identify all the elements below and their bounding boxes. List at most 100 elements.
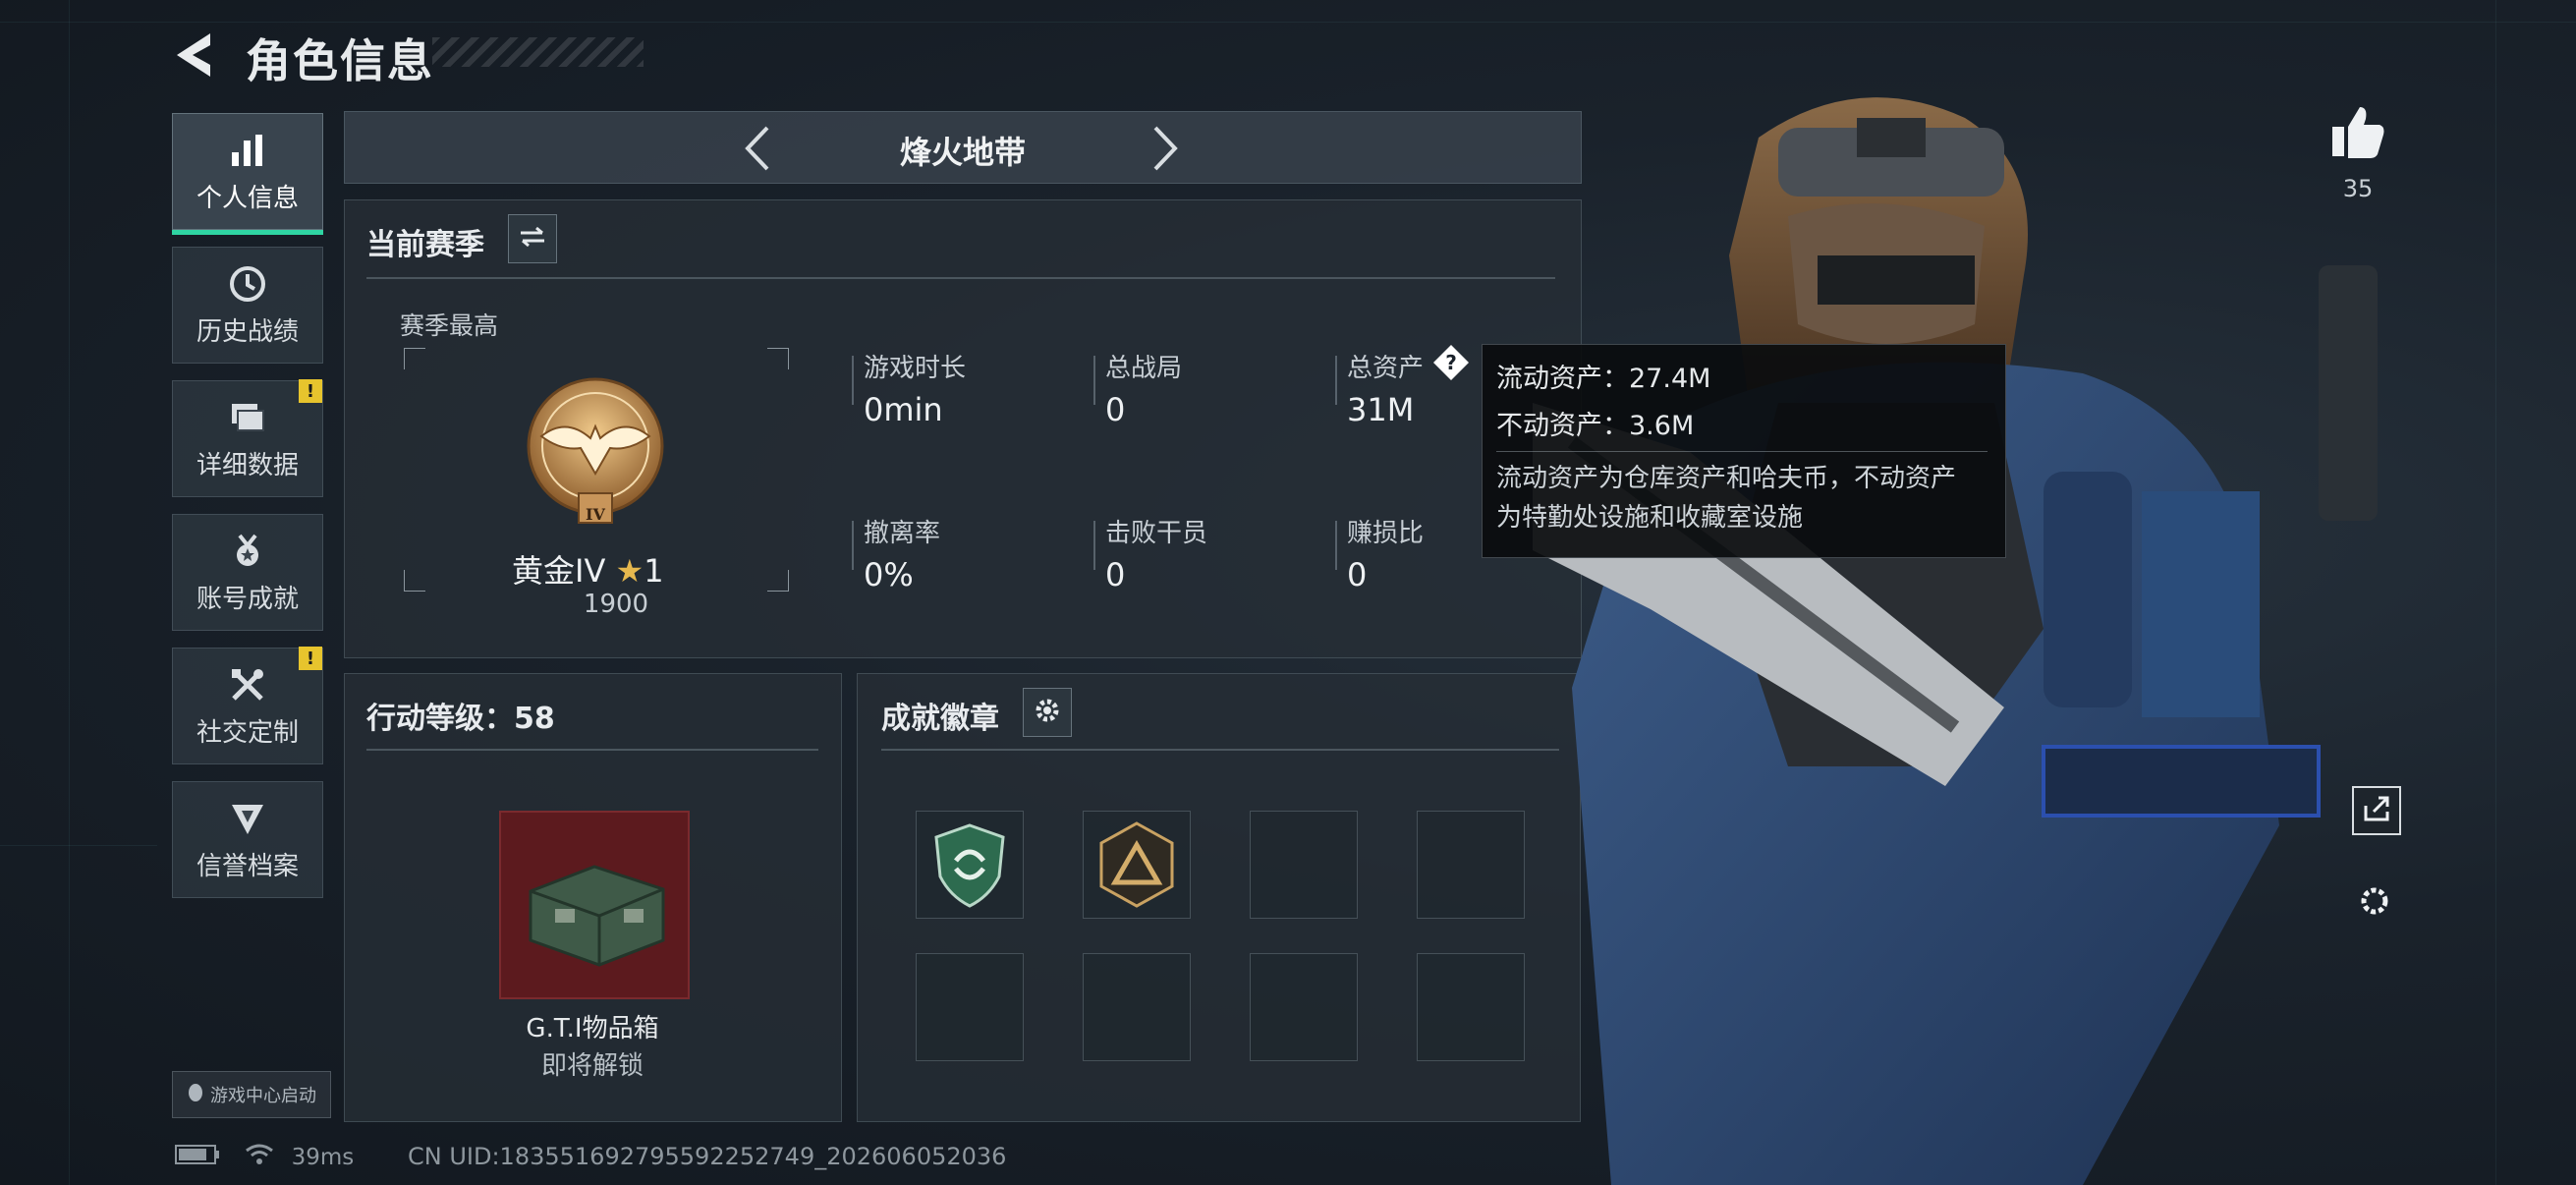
svg-text:?: ? bbox=[1445, 351, 1457, 374]
rank-numeral: IV bbox=[586, 505, 605, 524]
tooltip-description-line: 为特勤处设施和收藏室设施 bbox=[1496, 503, 1804, 533]
bg-grid-line bbox=[0, 845, 157, 846]
asset-help-icon[interactable]: ? bbox=[1431, 343, 1471, 382]
battery-icon bbox=[175, 1144, 220, 1171]
nav-item-social[interactable]: ! 社交定制 bbox=[172, 647, 323, 764]
settings-ring-icon[interactable] bbox=[2358, 884, 2391, 918]
nav-item-detailed-data[interactable]: ! 详细数据 bbox=[172, 379, 323, 497]
stat-label: 总资产 bbox=[1347, 354, 1425, 383]
status-bar: 39ms bbox=[175, 1143, 354, 1172]
mode-selector: 烽火地带 bbox=[344, 111, 1582, 184]
rank-line: 黄金IV ★1 bbox=[512, 546, 807, 592]
badge-slot[interactable] bbox=[1083, 811, 1191, 919]
swap-arrows-icon bbox=[519, 225, 546, 253]
tooltip-fixed-assets: 不动资产：3.6M bbox=[1496, 411, 1695, 441]
stat-value: 0 bbox=[1347, 556, 1368, 593]
medal-icon bbox=[226, 530, 269, 573]
bg-grid-line bbox=[69, 0, 70, 1185]
wifi-icon bbox=[245, 1143, 274, 1172]
reward-item-box[interactable] bbox=[499, 811, 690, 999]
badge-slot-empty[interactable] bbox=[916, 953, 1024, 1061]
reward-status: 即将解锁 bbox=[540, 1051, 644, 1081]
gear-icon bbox=[1034, 697, 1061, 728]
stat-label: 击败干员 bbox=[1105, 519, 1208, 548]
tooltip-liquid-assets: 流动资产：27.4M bbox=[1496, 364, 1711, 394]
stat-divider bbox=[1093, 521, 1095, 570]
stat-divider bbox=[852, 356, 854, 405]
rank-name: 黄金IV bbox=[512, 552, 606, 590]
badges-divider bbox=[881, 749, 1559, 751]
tooltip-description-line: 流动资产为仓库资产和哈夫币，不动资产 bbox=[1496, 464, 1957, 493]
stat-value: 0min bbox=[864, 391, 943, 428]
reward-name: G.T.I物品箱 bbox=[526, 1014, 659, 1044]
stat-value: 0 bbox=[1105, 391, 1126, 428]
badge-slot-empty[interactable] bbox=[1083, 953, 1191, 1061]
folder-stack-icon bbox=[226, 396, 269, 439]
tools-icon bbox=[226, 663, 269, 706]
nav-label: 信誉档案 bbox=[196, 852, 299, 881]
season-best-label: 赛季最高 bbox=[400, 311, 499, 340]
ammo-crate-icon bbox=[501, 865, 688, 1001]
uid-text: CN UID:183551692795592252749_20260605203… bbox=[408, 1143, 1007, 1170]
alert-badge: ! bbox=[299, 647, 322, 670]
nav-item-personal-info[interactable]: 个人信息 bbox=[172, 113, 323, 235]
character-model bbox=[1533, 79, 2576, 1185]
level-divider bbox=[366, 749, 818, 751]
season-title: 当前赛季 bbox=[366, 228, 484, 262]
bg-grid-line bbox=[0, 22, 2576, 23]
credit-shield-icon bbox=[226, 797, 269, 840]
game-center-label: 游戏中心启动 bbox=[210, 1086, 316, 1106]
nav-item-achievements[interactable]: 账号成就 bbox=[172, 514, 323, 631]
stat-divider bbox=[1335, 521, 1337, 570]
like-count: 35 bbox=[2342, 175, 2374, 202]
badge-slot-empty[interactable] bbox=[1250, 953, 1358, 1061]
mode-name: 烽火地带 bbox=[899, 134, 1026, 171]
share-button[interactable] bbox=[2352, 786, 2401, 835]
page-title: 角色信息 bbox=[246, 34, 434, 87]
next-mode-arrow-icon[interactable] bbox=[1146, 124, 1185, 173]
stat-divider bbox=[852, 521, 854, 570]
action-level-title: 行动等级：58 bbox=[366, 702, 555, 736]
stat-value: 0% bbox=[864, 556, 914, 593]
gold-triangle-badge-icon bbox=[1084, 821, 1190, 922]
badge-slot-empty[interactable] bbox=[1417, 953, 1525, 1061]
back-arrow-icon[interactable] bbox=[167, 28, 226, 83]
stat-value: 0 bbox=[1105, 556, 1126, 593]
stat-value: 31M bbox=[1347, 391, 1415, 428]
nav-item-credit[interactable]: 信誉档案 bbox=[172, 781, 323, 898]
alert-badge: ! bbox=[299, 379, 322, 403]
badge-settings-button[interactable] bbox=[1023, 688, 1072, 737]
stat-divider bbox=[1335, 356, 1337, 405]
ping-value: 39ms bbox=[291, 1145, 355, 1170]
rank-stars: 1 bbox=[644, 552, 664, 590]
stat-label: 游戏时长 bbox=[864, 354, 967, 383]
title-decoration bbox=[432, 37, 644, 67]
badge-slot-empty[interactable] bbox=[1250, 811, 1358, 919]
stat-label: 撤离率 bbox=[864, 519, 941, 548]
badges-title: 成就徽章 bbox=[881, 702, 999, 736]
bar-chart-icon bbox=[226, 129, 269, 172]
nav-label: 详细数据 bbox=[196, 451, 299, 480]
tooltip-divider bbox=[1496, 451, 1988, 452]
nav-item-history[interactable]: 历史战绩 bbox=[172, 247, 323, 364]
nav-label: 账号成就 bbox=[196, 585, 299, 614]
nav-label: 社交定制 bbox=[196, 718, 299, 748]
star-icon: ★ bbox=[615, 552, 644, 590]
badge-slot[interactable] bbox=[916, 811, 1024, 919]
thumbs-up-icon[interactable] bbox=[2328, 103, 2387, 162]
season-divider bbox=[366, 277, 1555, 279]
nav-label: 个人信息 bbox=[196, 184, 299, 213]
stat-label: 总战局 bbox=[1105, 354, 1183, 383]
stat-divider bbox=[1093, 356, 1095, 405]
stat-label: 赚损比 bbox=[1347, 519, 1425, 548]
season-panel: 当前赛季 赛季最高 IV 黄金IV ★1 1900 游戏时长 0min 总战局 … bbox=[344, 199, 1582, 658]
rank-points: 1900 bbox=[583, 590, 649, 619]
penguin-icon bbox=[187, 1083, 204, 1107]
swap-season-button[interactable] bbox=[508, 214, 557, 263]
green-shield-badge-icon bbox=[917, 823, 1023, 922]
clock-icon bbox=[226, 262, 269, 306]
nav-label: 历史战绩 bbox=[196, 317, 299, 347]
asset-tooltip: 流动资产：27.4M 不动资产：3.6M 流动资产为仓库资产和哈夫币，不动资产 … bbox=[1482, 344, 2006, 558]
badge-slot-empty[interactable] bbox=[1417, 811, 1525, 919]
game-center-button[interactable]: 游戏中心启动 bbox=[172, 1071, 331, 1118]
